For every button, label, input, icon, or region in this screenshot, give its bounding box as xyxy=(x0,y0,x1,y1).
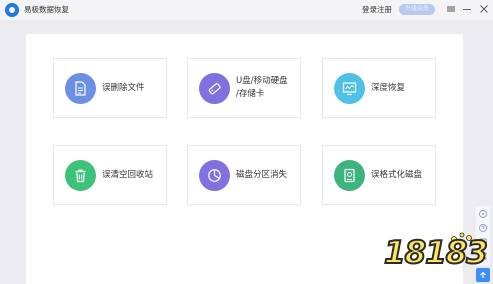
card-recycle-bin[interactable]: 误清空回收站 xyxy=(53,145,167,205)
usb-drive-icon xyxy=(208,83,221,95)
card-usb-storage[interactable]: U盘/移动硬盘 /存储卡 xyxy=(187,58,301,118)
arrow-up-icon xyxy=(480,271,486,278)
pie-chart-icon xyxy=(208,169,221,182)
card-partition-lost[interactable]: 磁盘分区消失 xyxy=(187,145,301,205)
title-bar: 易极数据恢复 登录注册 升级会员 xyxy=(0,0,493,20)
watermark-logo: 18183 xyxy=(383,230,489,274)
card-icon-circle xyxy=(199,73,230,104)
login-register-link[interactable]: 登录注册 xyxy=(362,4,392,16)
card-deleted-files[interactable]: 误删除文件 xyxy=(53,58,167,118)
card-icon-circle xyxy=(65,73,96,104)
close-icon[interactable] xyxy=(479,3,489,15)
minimize-icon[interactable] xyxy=(462,3,472,15)
card-icon-circle xyxy=(334,160,365,191)
card-label: 误清空回收站 xyxy=(102,169,154,180)
monitor-wave-icon xyxy=(342,82,357,96)
card-deep-recovery[interactable]: 深度恢复 xyxy=(322,58,436,118)
menu-icon[interactable] xyxy=(446,3,456,15)
card-icon-circle xyxy=(199,160,230,191)
customer-service-icon[interactable] xyxy=(478,209,488,219)
card-label: 深度恢复 xyxy=(371,82,406,93)
app-window: 易极数据恢复 登录注册 升级会员 误删除文件 U盘/移动硬盘 /存储卡 深度恢复… xyxy=(0,0,493,284)
help-icon[interactable] xyxy=(478,223,488,233)
card-icon-circle xyxy=(65,160,96,191)
file-doc-icon xyxy=(75,81,86,96)
watermark-text: 18183 xyxy=(383,235,489,271)
card-formatted-disk[interactable]: 误格式化磁盘 xyxy=(322,145,436,205)
app-logo-icon xyxy=(5,3,19,17)
app-title: 易极数据恢复 xyxy=(24,5,69,14)
card-label: 误格式化磁盘 xyxy=(371,169,423,180)
card-label: U盘/移动硬盘 /存储卡 xyxy=(236,76,288,99)
card-label: 误删除文件 xyxy=(102,82,145,93)
card-label: 磁盘分区消失 xyxy=(236,169,288,180)
trash-bin-icon xyxy=(75,169,86,183)
disk-icon xyxy=(344,168,355,183)
upgrade-member-button[interactable]: 升级会员 xyxy=(399,4,435,15)
card-icon-circle xyxy=(334,73,365,104)
